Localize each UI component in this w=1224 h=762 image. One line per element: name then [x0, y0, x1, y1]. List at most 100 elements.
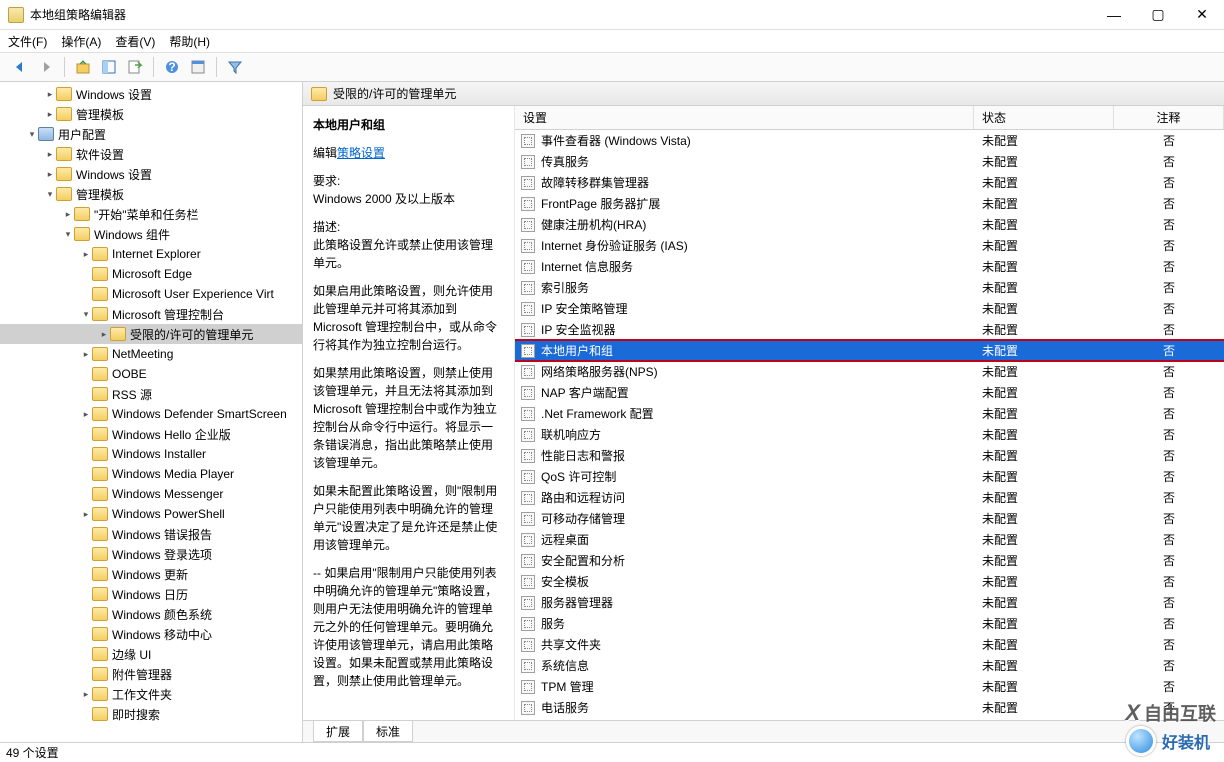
- list-row[interactable]: 系统信息未配置否: [515, 655, 1224, 676]
- chevron-icon[interactable]: [80, 509, 92, 520]
- tree-item[interactable]: Windows 日历: [0, 584, 302, 604]
- list-row[interactable]: 服务未配置否: [515, 613, 1224, 634]
- tree-item[interactable]: 软件设置: [0, 144, 302, 164]
- tree-item[interactable]: 边缘 UI: [0, 644, 302, 664]
- list-row[interactable]: 健康注册机构(HRA)未配置否: [515, 214, 1224, 235]
- tree-item[interactable]: Windows 组件: [0, 224, 302, 244]
- chevron-icon[interactable]: [62, 229, 74, 240]
- tree-item[interactable]: Windows 更新: [0, 564, 302, 584]
- list-row[interactable]: NAP 客户端配置未配置否: [515, 382, 1224, 403]
- tree-item[interactable]: 即时搜索: [0, 704, 302, 724]
- list-row[interactable]: 共享文件夹未配置否: [515, 634, 1224, 655]
- properties-button[interactable]: [186, 55, 210, 79]
- tree-item[interactable]: Windows PowerShell: [0, 504, 302, 524]
- chevron-icon[interactable]: [80, 689, 92, 700]
- list-row[interactable]: 远程桌面未配置否: [515, 529, 1224, 550]
- list-row[interactable]: 安全配置和分析未配置否: [515, 550, 1224, 571]
- list-row[interactable]: 服务器管理器未配置否: [515, 592, 1224, 613]
- close-button[interactable]: ✕: [1180, 0, 1224, 30]
- chevron-icon[interactable]: [80, 249, 92, 260]
- menu-file[interactable]: 文件(F): [8, 33, 47, 50]
- list-row[interactable]: 本地用户和组未配置否: [515, 340, 1224, 361]
- chevron-icon[interactable]: [44, 169, 56, 180]
- list-row[interactable]: 传真服务未配置否: [515, 151, 1224, 172]
- tree-item[interactable]: Internet Explorer: [0, 244, 302, 264]
- chevron-icon[interactable]: [44, 109, 56, 120]
- chevron-icon[interactable]: [44, 89, 56, 100]
- back-button[interactable]: [8, 55, 32, 79]
- list-row[interactable]: QoS 许可控制未配置否: [515, 466, 1224, 487]
- chevron-icon[interactable]: [44, 189, 56, 200]
- list-row[interactable]: 事件查看器 (Windows Vista)未配置否: [515, 130, 1224, 151]
- chevron-icon[interactable]: [62, 209, 74, 220]
- help-button[interactable]: ?: [160, 55, 184, 79]
- list-row[interactable]: 网络策略服务器(NPS)未配置否: [515, 361, 1224, 382]
- settings-list[interactable]: 设置 状态 注释 事件查看器 (Windows Vista)未配置否传真服务未配…: [515, 106, 1224, 720]
- chevron-icon[interactable]: [80, 409, 92, 420]
- chevron-icon[interactable]: [98, 329, 110, 340]
- tree-item[interactable]: Windows Hello 企业版: [0, 424, 302, 444]
- list-row[interactable]: 电话服务未配置否: [515, 697, 1224, 718]
- chevron-icon[interactable]: [44, 149, 56, 160]
- edit-policy-link[interactable]: 策略设置: [337, 146, 385, 160]
- list-row[interactable]: 路由和远程访问未配置否: [515, 487, 1224, 508]
- minimize-button[interactable]: —: [1092, 0, 1136, 30]
- tree-item[interactable]: Windows 移动中心: [0, 624, 302, 644]
- tree-item[interactable]: 附件管理器: [0, 664, 302, 684]
- chevron-icon[interactable]: [26, 129, 38, 140]
- tree-item[interactable]: Windows Defender SmartScreen: [0, 404, 302, 424]
- folder-icon: [92, 287, 108, 301]
- list-row[interactable]: IP 安全策略管理未配置否: [515, 298, 1224, 319]
- tree-pane[interactable]: Windows 设置管理模板用户配置软件设置Windows 设置管理模板"开始"…: [0, 82, 303, 742]
- list-row[interactable]: 故障转移群集管理器未配置否: [515, 172, 1224, 193]
- tab-standard[interactable]: 标准: [363, 721, 413, 742]
- up-button[interactable]: [71, 55, 95, 79]
- list-row[interactable]: FrontPage 服务器扩展未配置否: [515, 193, 1224, 214]
- list-row[interactable]: 安全模板未配置否: [515, 571, 1224, 592]
- tree-item[interactable]: Windows 颜色系统: [0, 604, 302, 624]
- list-row[interactable]: 性能日志和警报未配置否: [515, 445, 1224, 466]
- tree-item[interactable]: Microsoft Edge: [0, 264, 302, 284]
- tree-item[interactable]: 受限的/许可的管理单元: [0, 324, 302, 344]
- tree-item[interactable]: Windows Media Player: [0, 464, 302, 484]
- menu-action[interactable]: 操作(A): [61, 33, 101, 50]
- export-button[interactable]: [123, 55, 147, 79]
- tree-item[interactable]: "开始"菜单和任务栏: [0, 204, 302, 224]
- list-row[interactable]: Internet 身份验证服务 (IAS)未配置否: [515, 235, 1224, 256]
- maximize-button[interactable]: ▢: [1136, 0, 1180, 30]
- list-row[interactable]: 索引服务未配置否: [515, 277, 1224, 298]
- tree-item[interactable]: 工作文件夹: [0, 684, 302, 704]
- tree-item[interactable]: Microsoft 管理控制台: [0, 304, 302, 324]
- list-row[interactable]: 可移动存储管理未配置否: [515, 508, 1224, 529]
- filter-button[interactable]: [223, 55, 247, 79]
- tree-item[interactable]: Windows Installer: [0, 444, 302, 464]
- menu-view[interactable]: 查看(V): [115, 33, 155, 50]
- setting-note: 否: [1114, 615, 1224, 632]
- tree-item[interactable]: Windows 设置: [0, 164, 302, 184]
- tree-item[interactable]: 管理模板: [0, 184, 302, 204]
- menu-help[interactable]: 帮助(H): [169, 33, 210, 50]
- tree-item[interactable]: NetMeeting: [0, 344, 302, 364]
- list-row[interactable]: 联机响应方未配置否: [515, 424, 1224, 445]
- list-row[interactable]: Internet 信息服务未配置否: [515, 256, 1224, 277]
- tree-item[interactable]: 管理模板: [0, 104, 302, 124]
- tree-item[interactable]: Windows 设置: [0, 84, 302, 104]
- tree-item[interactable]: Windows Messenger: [0, 484, 302, 504]
- list-row[interactable]: IP 安全监视器未配置否: [515, 319, 1224, 340]
- col-setting[interactable]: 设置: [515, 106, 974, 129]
- show-hide-button[interactable]: [97, 55, 121, 79]
- tab-extended[interactable]: 扩展: [313, 721, 363, 742]
- list-row[interactable]: TPM 管理未配置否: [515, 676, 1224, 697]
- tree-item[interactable]: Windows 错误报告: [0, 524, 302, 544]
- forward-button[interactable]: [34, 55, 58, 79]
- col-state[interactable]: 状态: [974, 106, 1114, 129]
- tree-item[interactable]: 用户配置: [0, 124, 302, 144]
- tree-item[interactable]: Microsoft User Experience Virt: [0, 284, 302, 304]
- tree-item[interactable]: RSS 源: [0, 384, 302, 404]
- tree-item[interactable]: Windows 登录选项: [0, 544, 302, 564]
- chevron-icon[interactable]: [80, 309, 92, 320]
- chevron-icon[interactable]: [80, 349, 92, 360]
- tree-item[interactable]: OOBE: [0, 364, 302, 384]
- col-note[interactable]: 注释: [1114, 106, 1224, 129]
- list-row[interactable]: .Net Framework 配置未配置否: [515, 403, 1224, 424]
